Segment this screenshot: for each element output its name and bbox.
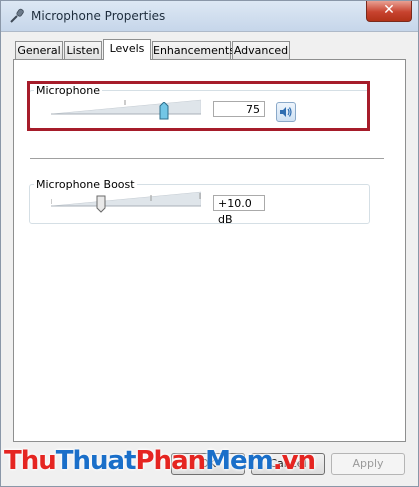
watermark-part: Mem — [205, 446, 274, 476]
watermark-logo: ThuThuatPhanMem.vn — [1, 441, 316, 481]
boost-level-slider[interactable] — [51, 190, 201, 208]
tab-listen[interactable]: Listen — [64, 41, 102, 59]
tab-enhancements[interactable]: Enhancements — [152, 41, 235, 59]
title-bar[interactable]: Microphone Properties ✕ — [1, 1, 418, 32]
tab-advanced[interactable]: Advanced — [232, 41, 290, 59]
dialog-window: Microphone Properties ✕ General Listen L… — [0, 0, 419, 487]
microphone-icon — [10, 8, 24, 23]
watermark-part: .vn — [272, 446, 316, 476]
close-button[interactable]: ✕ — [366, 1, 412, 22]
boost-slider-thumb[interactable] — [96, 195, 106, 213]
microphone-highlight-box — [27, 81, 370, 131]
apply-button: Apply — [331, 453, 405, 475]
close-icon: ✕ — [383, 2, 395, 18]
boost-value[interactable]: +10.0 dB — [213, 195, 265, 226]
window-title: Microphone Properties — [31, 9, 166, 23]
tab-general[interactable]: General — [15, 41, 63, 59]
watermark-part: Thu — [4, 446, 57, 476]
watermark-part: Thuat — [55, 446, 137, 476]
separator-line — [30, 158, 384, 159]
watermark-part: Phan — [135, 446, 207, 476]
tab-levels[interactable]: Levels — [103, 39, 151, 60]
